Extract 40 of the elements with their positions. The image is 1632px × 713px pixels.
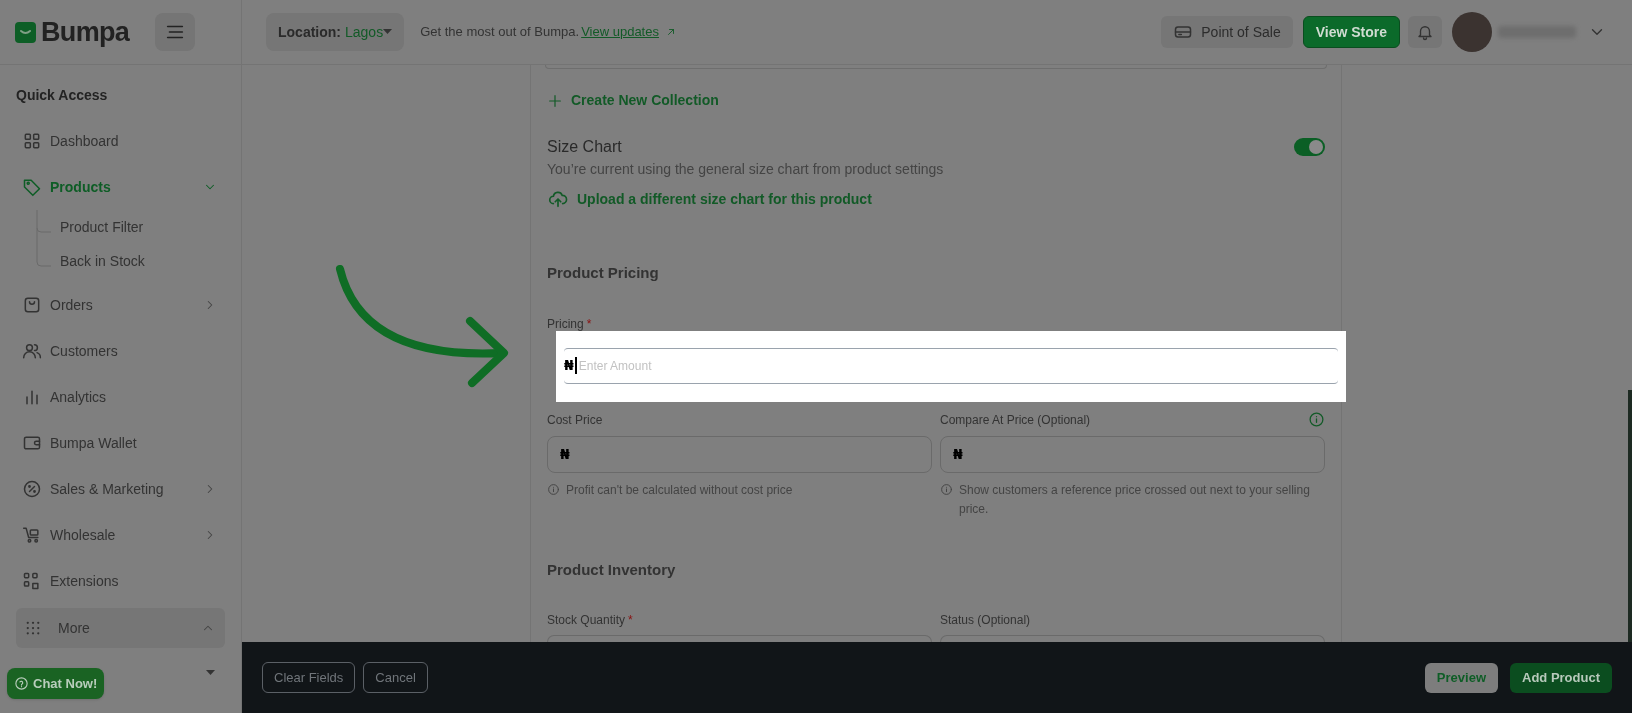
more-menu[interactable]: More — [16, 608, 225, 648]
chat-now-button[interactable]: Chat Now! — [7, 668, 105, 699]
sidebar-item[interactable]: Sales & Marketing — [16, 466, 225, 512]
sidebar-item[interactable]: Analytics — [16, 374, 225, 420]
sidebar-item[interactable]: Wholesale — [16, 512, 225, 558]
section-heading: Product Inventory — [547, 559, 677, 580]
preview-button[interactable]: Preview — [1424, 662, 1498, 693]
sidebar-subitem[interactable]: Product Filter — [60, 210, 225, 244]
size-chart-description: You’re current using the general size chart from product settings — [547, 160, 945, 179]
footer-button[interactable]: Clear Fields — [262, 662, 356, 693]
upload-size-chart-link[interactable]: Upload a different size chart for this product — [547, 188, 872, 210]
sidebar-item[interactable]: Bumpa Wallet — [16, 420, 225, 466]
price-input-field[interactable]: ₦ Enter Amount — [564, 347, 1338, 384]
sidebar-item[interactable]: Dashboard — [16, 118, 225, 164]
price-input-field[interactable]: ₦ — [940, 435, 1325, 473]
price-input-field[interactable]: ₦ — [547, 435, 932, 473]
section-heading: Product Pricing — [547, 263, 660, 283]
brand-name: Bumpa — [41, 15, 130, 49]
sidebar-item[interactable]: Products — [16, 164, 225, 210]
sidebar-item[interactable]: Extensions — [16, 558, 225, 604]
section-title: Size Chart — [547, 137, 622, 157]
section-heading: Quick Access — [16, 86, 109, 105]
footer-button[interactable]: Cancel — [363, 662, 428, 693]
field-label: Compare At Price (Optional) — [940, 411, 1091, 429]
create-collection-link[interactable]: Create New Collection — [547, 90, 719, 111]
field-hint: Show customers a reference price crossed out next to your selling price. — [959, 481, 1311, 518]
sidebar-item[interactable]: Orders — [16, 282, 225, 328]
field-hint: Profit can't be calculated without cost price — [566, 481, 793, 499]
field-label: Pricing * — [547, 316, 593, 331]
location-selector[interactable]: Location: Lagos — [266, 13, 405, 51]
sidebar-item[interactable]: Customers — [16, 328, 225, 374]
field-label: Status (Optional) — [940, 612, 1032, 629]
view-store-button[interactable]: View Store — [1302, 16, 1400, 48]
point-of-sale-button[interactable]: Point of Sale — [1161, 16, 1293, 48]
promo-text: Get the most out of Bumpa. — [420, 23, 580, 42]
field-label: Cost Price — [547, 411, 603, 429]
field-label: Stock Quantity * — [547, 612, 634, 629]
sidebar-subitem[interactable]: Back in Stock — [60, 244, 225, 278]
add-product-button[interactable]: Add Product — [1510, 662, 1612, 693]
view-updates-link[interactable]: View updates — [581, 22, 677, 42]
